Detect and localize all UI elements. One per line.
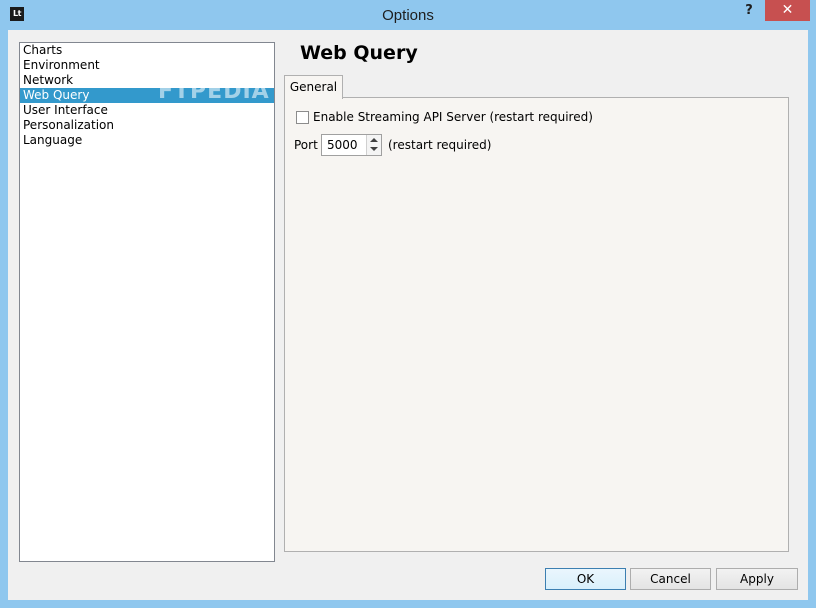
options-category-list[interactable]: Charts Environment Network Web Query Use… <box>19 42 275 562</box>
dialog-body: Charts Environment Network Web Query Use… <box>8 30 808 600</box>
tab-general[interactable]: General <box>284 75 343 99</box>
category-item-personalization[interactable]: Personalization <box>20 118 274 133</box>
ok-button[interactable]: OK <box>545 568 626 590</box>
enable-streaming-label[interactable]: Enable Streaming API Server (restart req… <box>313 110 593 124</box>
spin-down-arrow-icon[interactable] <box>367 145 381 155</box>
category-item-charts[interactable]: Charts <box>20 43 274 58</box>
cancel-button[interactable]: Cancel <box>630 568 711 590</box>
spin-up-arrow-icon[interactable] <box>367 135 381 145</box>
spin-buttons <box>366 135 381 155</box>
category-item-language[interactable]: Language <box>20 133 274 148</box>
category-item-network[interactable]: Network <box>20 73 274 88</box>
title-bar[interactable]: Lt Options ? ✕ <box>0 0 816 30</box>
port-restart-hint: (restart required) <box>388 138 492 152</box>
category-item-environment[interactable]: Environment <box>20 58 274 73</box>
page-title: Web Query <box>300 42 418 64</box>
apply-button[interactable]: Apply <box>716 568 798 590</box>
enable-streaming-checkbox[interactable] <box>296 111 309 124</box>
port-spinbox[interactable]: 5000 <box>321 134 382 156</box>
options-window: Lt Options ? ✕ Charts Environment Networ… <box>0 0 816 608</box>
window-title: Options <box>382 7 434 24</box>
category-item-user-interface[interactable]: User Interface <box>20 103 274 118</box>
port-label: Port <box>294 138 318 152</box>
help-button[interactable]: ? <box>738 1 760 23</box>
category-item-web-query[interactable]: Web Query <box>20 88 274 103</box>
port-value[interactable]: 5000 <box>327 135 358 155</box>
close-button[interactable]: ✕ <box>765 0 810 21</box>
general-tab-panel: Enable Streaming API Server (restart req… <box>284 97 789 552</box>
